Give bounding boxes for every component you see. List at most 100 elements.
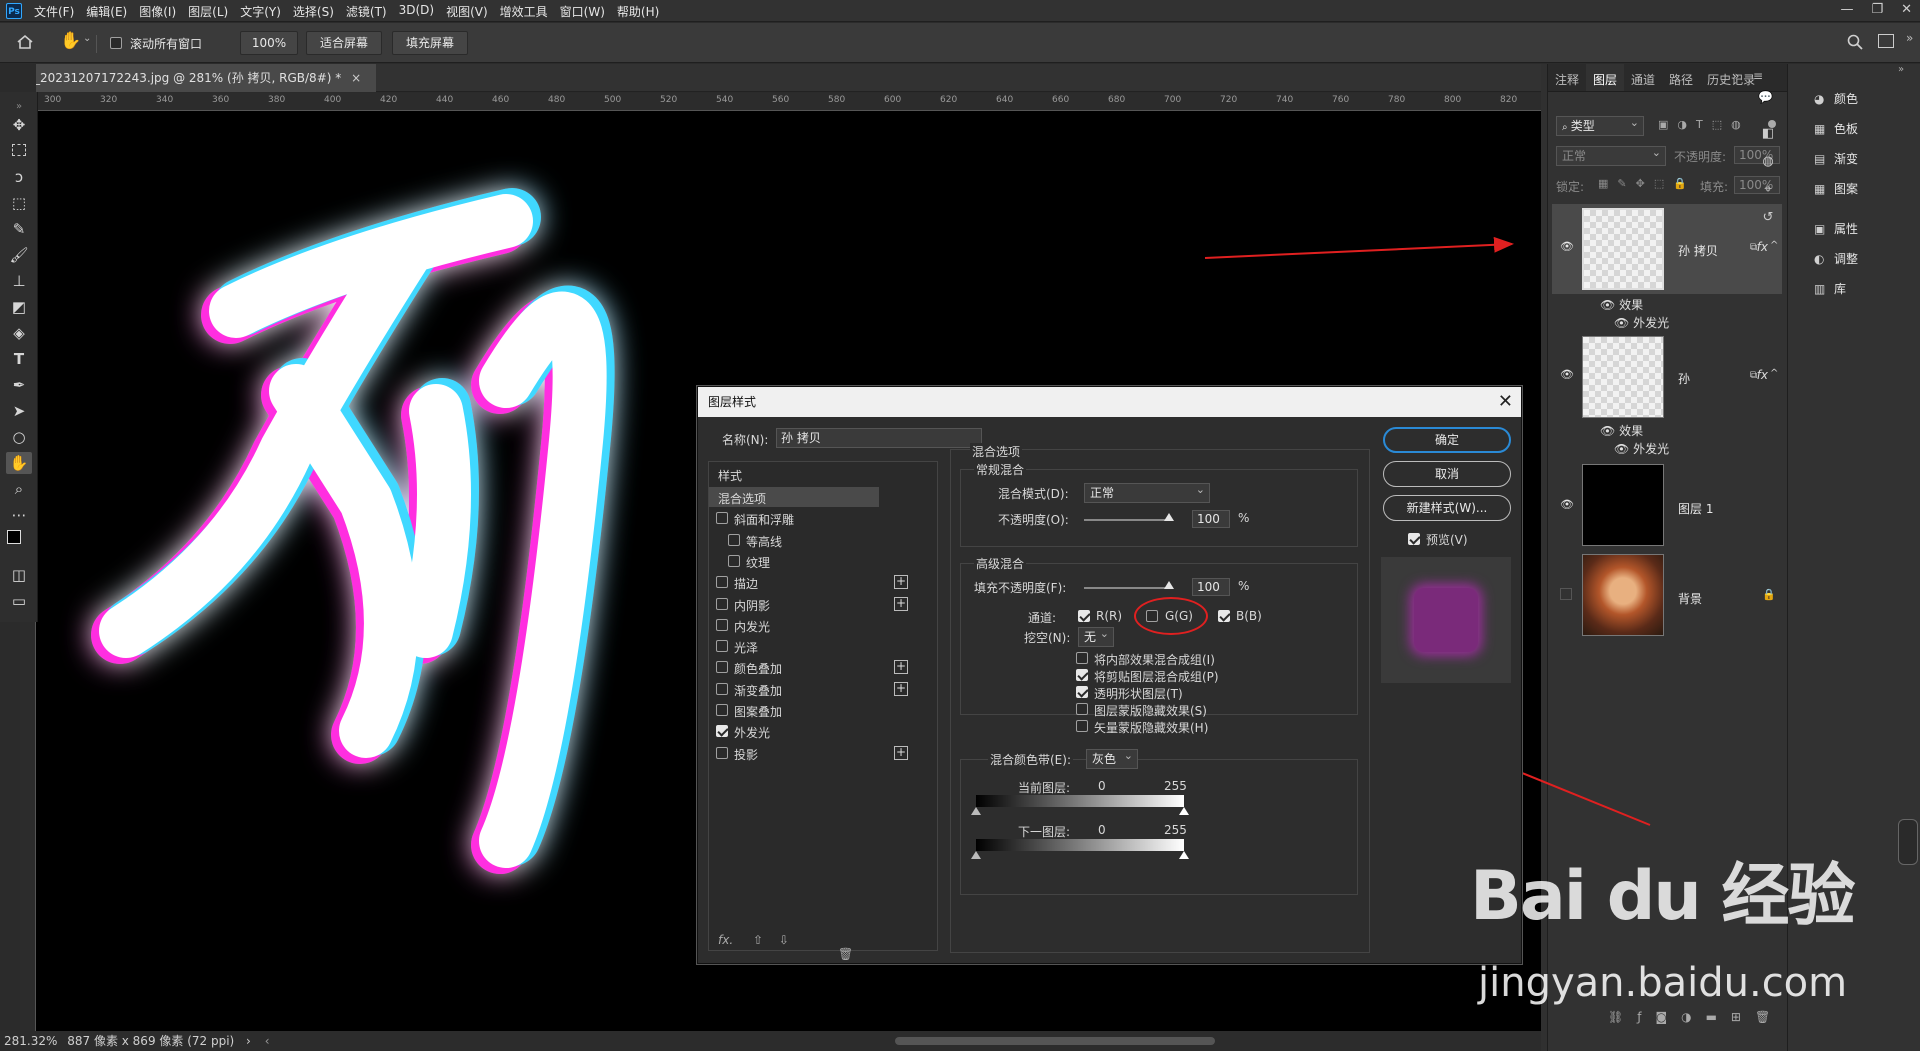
style-checkbox[interactable] xyxy=(716,640,728,653)
scroll-left-icon[interactable]: ‹ xyxy=(265,1034,270,1048)
effect-outer-glow-row[interactable]: 👁 外发光 xyxy=(1614,314,1669,331)
layer-fx-icon[interactable]: fx xyxy=(1757,368,1768,382)
dock-patterns[interactable]: ▦ 图案 xyxy=(1814,180,1858,197)
visibility-eye-icon[interactable]: 👁 xyxy=(1560,498,1574,511)
restore-button[interactable]: ❐ xyxy=(1871,2,1883,17)
layer-mask-hides-checkbox[interactable] xyxy=(1076,703,1088,715)
more-tools-icon[interactable]: ⋯ xyxy=(6,504,32,526)
workspace-icon[interactable] xyxy=(1878,34,1894,48)
underlying-gradient-bar[interactable] xyxy=(976,839,1184,851)
path-select-tool-icon[interactable]: ➤ xyxy=(6,400,32,422)
transparency-shapes-checkbox[interactable] xyxy=(1076,686,1088,698)
this-layer-gradient-bar[interactable] xyxy=(976,795,1184,807)
style-checkbox[interactable] xyxy=(716,597,728,610)
add-style-icon[interactable]: + xyxy=(894,575,908,590)
paint-bucket-tool-icon[interactable]: ◈ xyxy=(6,322,32,344)
filter-icons[interactable]: ▣◑T⬚◍ xyxy=(1658,118,1750,131)
foreground-color-swatch[interactable] xyxy=(7,530,21,544)
panel-tab[interactable]: 通道 xyxy=(1624,64,1662,91)
cancel-button[interactable]: 取消 xyxy=(1383,461,1511,487)
paths-icon[interactable]: ⌖ xyxy=(1758,176,1778,204)
layer-row-background[interactable]: 背景 🔒 xyxy=(1552,548,1782,638)
history-icon[interactable]: ↺ xyxy=(1758,204,1778,232)
style-checkbox[interactable] xyxy=(716,704,728,716)
dock-libraries[interactable]: ▥ 库 xyxy=(1814,280,1846,297)
fx-menu-icon[interactable]: fx. xyxy=(718,933,733,947)
visibility-eye-hidden[interactable] xyxy=(1560,588,1572,600)
layer-row-sun-copy[interactable]: 👁 孙 拷贝 ⧉ fx ^ xyxy=(1552,204,1782,294)
tool-preset-dropdown-icon[interactable]: ⌄ xyxy=(83,33,91,44)
new-style-button[interactable]: 新建样式(W)... xyxy=(1383,495,1511,521)
horizontal-scrollbar[interactable] xyxy=(895,1037,1215,1045)
menu-item[interactable]: 选择(S) xyxy=(293,3,334,20)
eraser-tool-icon[interactable]: ◩ xyxy=(6,296,32,318)
add-style-icon[interactable]: + xyxy=(894,681,908,696)
this-layer-black-handle[interactable] xyxy=(971,807,981,815)
hand-tool-icon[interactable]: ✋ xyxy=(60,31,81,51)
menu-item[interactable]: 文件(F) xyxy=(34,3,74,20)
underlying-black-handle[interactable] xyxy=(971,851,981,859)
blend-mode-dropdown[interactable]: 正常 xyxy=(1084,481,1210,503)
menu-item[interactable]: 帮助(H) xyxy=(617,3,659,20)
menu-item[interactable]: 增效工具 xyxy=(500,3,548,20)
knockout-dropdown[interactable]: 无 xyxy=(1078,625,1114,647)
fit-screen-button[interactable]: 适合屏幕 xyxy=(306,31,382,55)
blend-mode-select[interactable]: 正常 xyxy=(1556,144,1666,166)
panel-tab[interactable]: 注释 xyxy=(1548,64,1586,91)
zoom-tool-icon[interactable]: ⌕ xyxy=(6,478,32,500)
eye-icon[interactable]: 👁 xyxy=(1600,424,1619,438)
expand-effects-icon[interactable]: ^ xyxy=(1770,240,1778,251)
layer-name[interactable]: 孙 xyxy=(1678,370,1690,387)
type-tool-icon[interactable]: T xyxy=(6,348,32,370)
fill-screen-button[interactable]: 填充屏幕 xyxy=(392,31,468,55)
dock-swatches[interactable]: ▦ 色板 xyxy=(1814,120,1858,137)
object-select-tool-icon[interactable]: ⬚ xyxy=(6,192,32,214)
blend-if-dropdown[interactable]: 灰色 xyxy=(1086,747,1138,769)
underlying-white-handle[interactable] xyxy=(1179,851,1189,859)
dock-scroll-handle[interactable] xyxy=(1898,819,1918,865)
style-checkbox[interactable] xyxy=(728,533,740,546)
style-checkbox[interactable] xyxy=(716,512,728,525)
add-style-icon[interactable]: + xyxy=(894,660,908,675)
move-down-icon[interactable]: ⇩ xyxy=(779,933,789,947)
style-checkbox[interactable] xyxy=(716,576,728,589)
layer-name[interactable]: 背景 xyxy=(1678,590,1702,607)
fill-opacity-slider[interactable] xyxy=(1084,581,1174,589)
scroll-all-windows-checkbox[interactable] xyxy=(110,37,122,49)
effects-row[interactable]: 👁 效果 xyxy=(1600,422,1643,439)
panel-tab[interactable]: 图层 xyxy=(1586,64,1625,91)
comment-icon[interactable]: 💬 xyxy=(1758,90,1773,104)
blend-clipped-checkbox[interactable] xyxy=(1076,669,1088,681)
style-checkbox[interactable] xyxy=(716,618,728,631)
channels-icon[interactable]: ◍ xyxy=(1758,148,1778,176)
panel-options-icon[interactable]: ≡ xyxy=(1753,69,1763,83)
minimize-button[interactable]: — xyxy=(1840,2,1853,17)
eye-icon[interactable]: 👁 xyxy=(1600,298,1619,312)
lock-icons[interactable]: ▦✎✥⬚🔒 xyxy=(1598,177,1696,190)
style-name-input[interactable]: 孙 拷贝 xyxy=(776,428,982,448)
dock-collapse-icon[interactable]: » xyxy=(1898,64,1904,75)
panel-menu-icon[interactable]: » xyxy=(1732,69,1739,83)
blend-interior-checkbox[interactable] xyxy=(1076,652,1088,664)
layer-name[interactable]: 孙 拷贝 xyxy=(1678,242,1718,259)
eye-icon[interactable]: 👁 xyxy=(1614,316,1633,330)
pen-tool-icon[interactable]: ✒ xyxy=(6,374,32,396)
brush-tool-icon[interactable]: 🖌 xyxy=(6,244,32,266)
dock-color[interactable]: ◕ 颜色 xyxy=(1814,90,1858,107)
menu-item[interactable]: 3D(D) xyxy=(399,3,434,20)
menu-item[interactable]: 文字(Y) xyxy=(240,3,281,20)
add-style-icon[interactable]: + xyxy=(894,745,908,760)
tab-close-icon[interactable]: × xyxy=(351,71,361,85)
document-tab[interactable]: 截图_20231207172243.jpg @ 281% (孙 拷贝, RGB/… xyxy=(36,64,376,92)
visibility-eye-icon[interactable]: 👁 xyxy=(1560,240,1574,253)
menu-item[interactable]: 窗口(W) xyxy=(560,3,605,20)
ok-button[interactable]: 确定 xyxy=(1383,427,1511,453)
close-window-button[interactable]: ✕ xyxy=(1901,2,1912,17)
add-style-icon[interactable]: + xyxy=(894,596,908,611)
ellipse-tool-icon[interactable]: ○ xyxy=(6,426,32,448)
delete-icon[interactable]: 🗑 xyxy=(838,947,853,961)
menu-item[interactable]: 滤镜(T) xyxy=(346,3,387,20)
zoom-100-button[interactable]: 100% xyxy=(240,31,298,55)
opacity-input[interactable]: 100 xyxy=(1192,510,1230,528)
fill-opacity-input[interactable]: 100 xyxy=(1192,578,1230,596)
